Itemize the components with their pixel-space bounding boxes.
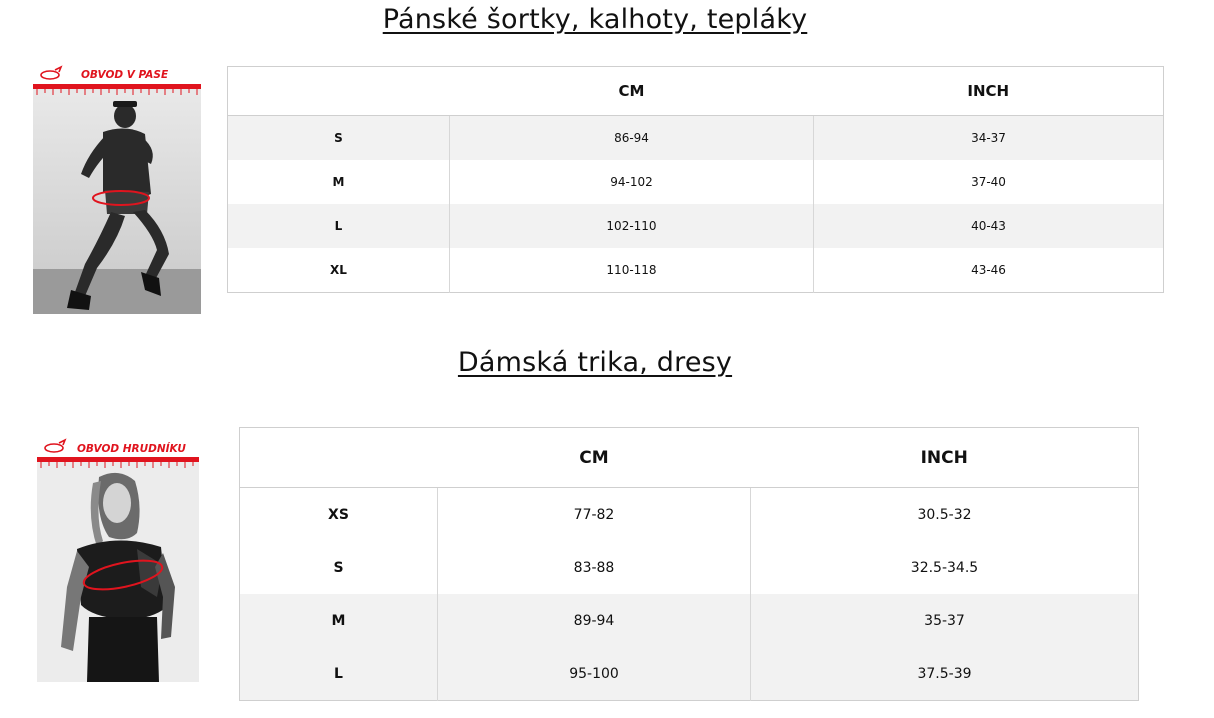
runner-waist-figure: OBVOD V PASE [33, 64, 201, 314]
inch-cell: 32.5-34.5 [750, 541, 1139, 594]
size-cell: L [239, 647, 438, 701]
section-title-women: Dámská trika, dresy [457, 347, 733, 378]
size-cell: M [239, 594, 438, 647]
inch-cell: 37.5-39 [750, 647, 1139, 701]
cm-cell: 83-88 [437, 541, 751, 594]
table-header-row: CM INCH [239, 427, 1139, 488]
header-inch: INCH [813, 66, 1164, 116]
size-table-women: CM INCH XS 77-82 30.5-32 S 83-88 32.5-34… [239, 427, 1139, 701]
figure-label-chest: OBVOD HRUDNÍKU [77, 442, 186, 455]
inch-cell: 34-37 [813, 115, 1164, 160]
size-cell: S [227, 115, 450, 160]
header-size [239, 427, 438, 488]
inch-cell: 43-46 [813, 248, 1164, 293]
inch-cell: 35-37 [750, 594, 1139, 647]
table-row: XS 77-82 30.5-32 [240, 487, 1139, 541]
inch-cell: 30.5-32 [750, 487, 1139, 541]
table-header-row: CM INCH [227, 66, 1164, 116]
woman-chest-figure: OBVOD HRUDNÍKU [37, 437, 199, 682]
table-row: M 89-94 35-37 [239, 594, 1139, 647]
header-cm: CM [437, 427, 751, 488]
measure-tape-icon [44, 438, 67, 453]
cm-cell: 77-82 [437, 487, 751, 541]
cm-cell: 89-94 [437, 594, 751, 647]
table-row: L 102-110 40-43 [227, 204, 1164, 248]
inch-cell: 37-40 [813, 160, 1164, 204]
cm-cell: 102-110 [449, 204, 814, 248]
size-cell: L [227, 204, 450, 248]
measure-tape-icon [40, 65, 63, 80]
header-inch: INCH [750, 427, 1139, 488]
figure-label-waist: OBVOD V PASE [81, 69, 169, 81]
cm-cell: 94-102 [449, 160, 814, 204]
inch-cell: 40-43 [813, 204, 1164, 248]
header-size [227, 66, 450, 116]
table-row: S 83-88 32.5-34.5 [240, 541, 1139, 594]
size-cell: S [333, 559, 344, 576]
cm-cell: 86-94 [449, 115, 814, 160]
size-cell: XS [328, 506, 349, 523]
table-row: S 86-94 34-37 [227, 115, 1164, 160]
header-cm: CM [449, 66, 814, 116]
size-table-men: CM INCH S 86-94 34-37 M 94-102 37-40 L 1… [227, 66, 1164, 293]
size-cell: M [332, 175, 345, 189]
size-cell: XL [330, 263, 347, 277]
table-row: XL 110-118 43-46 [228, 248, 1164, 293]
cm-cell: 95-100 [437, 647, 751, 701]
table-row: L 95-100 37.5-39 [239, 647, 1139, 701]
cm-cell: 110-118 [449, 248, 814, 293]
table-row: M 94-102 37-40 [228, 160, 1164, 204]
section-title-men: Pánské šortky, kalhoty, tepláky [382, 4, 808, 35]
